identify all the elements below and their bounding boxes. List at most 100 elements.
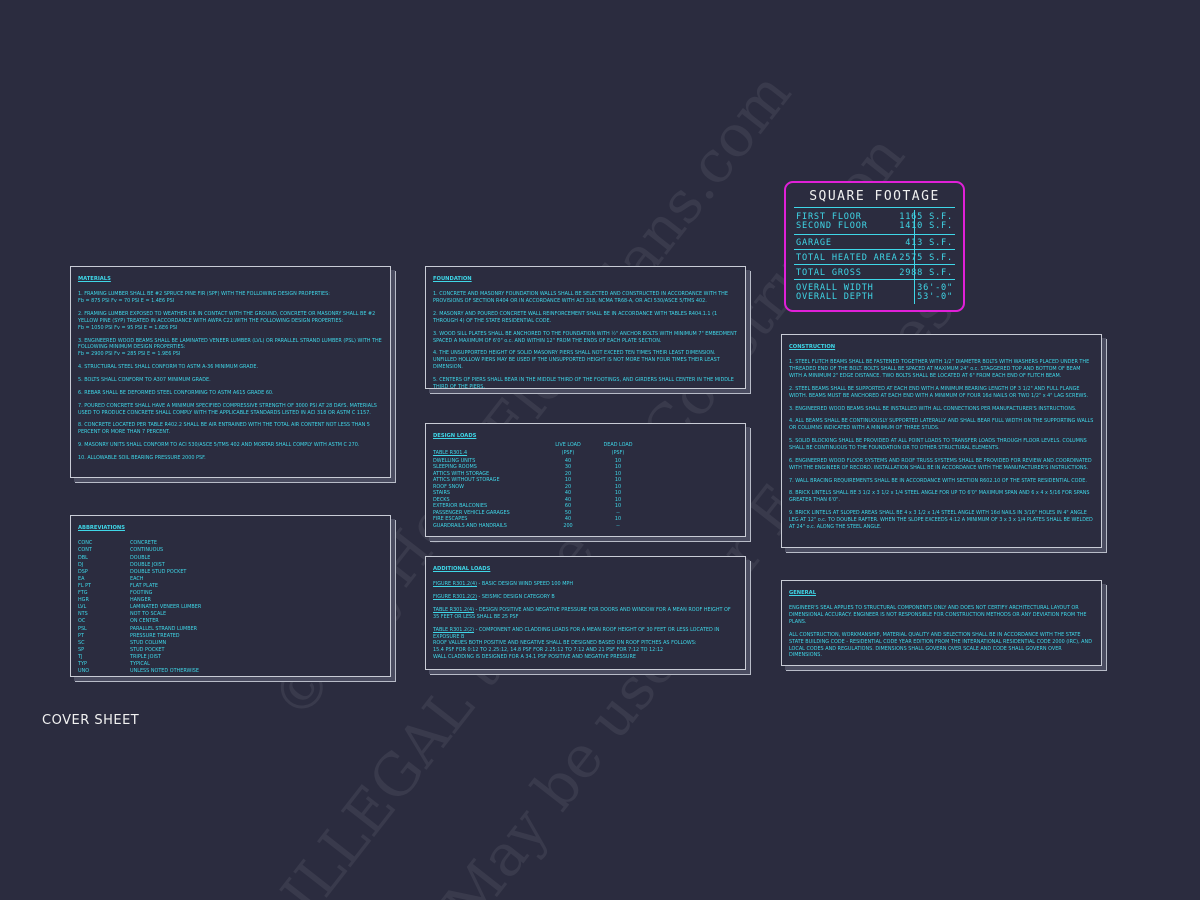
abbreviation-meaning: EACH	[130, 575, 144, 582]
construction-note: 1. STEEL FLITCH BEAMS SHALL BE FASTENED …	[789, 359, 1090, 379]
abbreviation-code: FL PT	[78, 582, 92, 589]
abbreviation-code: DJ	[78, 561, 84, 568]
abbreviation-meaning: NOT TO SCALE	[130, 611, 167, 618]
abbreviations-title: ABBREVIATIONS	[78, 525, 125, 531]
abbreviation-row: PSL PARALLEL STRAND LUMBER	[78, 626, 383, 633]
materials-note: 9. MASONRY UNITS SHALL CONFORM TO ACI 53…	[78, 442, 360, 449]
additional-load-ref: TABLE R301.2(2)	[433, 626, 475, 633]
total-gross-label: TOTAL GROSS	[796, 268, 862, 278]
abbreviation-code: PT	[78, 632, 84, 639]
construction-note: 5. SOLID BLOCKING SHALL BE PROVIDED AT A…	[789, 438, 1087, 452]
additional-load-text: - SEISMIC DESIGN CATEGORY B	[477, 594, 555, 601]
general-title: GENERAL	[789, 590, 817, 596]
general-panel: GENERAL ENGINEER'S SEAL APPLIES TO STRUC…	[781, 580, 1102, 666]
construction-title: CONSTRUCTION	[789, 344, 836, 350]
materials-note: 7. POURED CONCRETE SHALL HAVE A MINIMUM …	[78, 402, 377, 416]
abbreviation-row: SC STUD COLUMN	[78, 640, 383, 647]
abbreviation-row: FL PT FLAT PLATE	[78, 583, 383, 590]
design-loads-units: TABLE R301.4 (PSF) (PSF)	[433, 450, 738, 457]
foundation-note: 2. MASONRY AND POURED CONCRETE WALL REIN…	[433, 311, 718, 324]
foundation-panel: FOUNDATION 1. CONCRETE AND MASONRY FOUND…	[425, 266, 746, 389]
additional-load-ref: FIGURE R301.2(2)	[433, 594, 477, 601]
general-note: ENGINEER'S SEAL APPLIES TO STRUCTURAL CO…	[789, 605, 1087, 625]
heated-area-value: 2575 S.F.	[899, 253, 953, 263]
live-load-unit: (PSF)	[561, 450, 575, 457]
materials-note: Fb = 875 PSI Fv = 70 PSI E = 1.4E6 PSI	[78, 298, 175, 305]
abbreviation-row: PT PRESSURE TREATED	[78, 633, 383, 640]
foundation-note: 3. WOOD SILL PLATES SHALL BE ANCHORED TO…	[433, 330, 737, 344]
abbreviation-meaning: CONCRETE	[130, 540, 157, 547]
abbreviation-code: HGR	[78, 597, 89, 604]
materials-note: 2. FRAMING LUMBER EXPOSED TO WEATHER OR …	[78, 311, 376, 324]
load-type: GUARDRAILS AND HANDRAILS	[433, 522, 507, 529]
abbreviation-meaning: PRESSURE TREATED	[130, 632, 180, 639]
construction-note: 9. BRICK LINTELS AT SLOPED AREAS SHALL B…	[789, 510, 1093, 530]
additional-load-text: - DESIGN POSITIVE AND NEGATIVE PRESSURE …	[433, 607, 731, 620]
dead-load-header: DEAD LOAD	[603, 442, 633, 449]
abbreviation-row: DSP DOUBLE STUD POCKET	[78, 569, 383, 576]
abbreviation-meaning: LAMINATED VENEER LUMBER	[130, 604, 202, 611]
abbreviation-meaning: DOUBLE JOIST	[130, 561, 165, 568]
abbreviation-row: CONT CONTINUOUS	[78, 547, 383, 554]
materials-note: 5. BOLTS SHALL CONFORM TO A307 MINIMUM G…	[78, 377, 211, 384]
square-footage-grid: FIRST FLOOR 1165 S.F. SECOND FLOOR 1410 …	[794, 210, 955, 304]
abbreviation-row: CONC CONCRETE	[78, 540, 383, 547]
abbreviation-row: SP STUD POCKET	[78, 647, 383, 654]
design-loads-table-ref: TABLE R301.4	[433, 450, 468, 457]
construction-note: 6. ENGINEERED WOOD FLOOR SYSTEMS AND ROO…	[789, 457, 1092, 471]
abbreviation-meaning: DOUBLE	[130, 554, 151, 561]
overall-depth-value: 53'-0"	[917, 292, 953, 302]
design-loads-title: DESIGN LOADS	[433, 433, 477, 439]
abbreviation-meaning: TYPICAL	[130, 661, 150, 668]
design-load-row: GUARDRAILS AND HANDRAILS 200 --	[433, 523, 738, 529]
abbreviation-code: LVL	[78, 604, 87, 611]
foundation-note: 1. CONCRETE AND MASONRY FOUNDATION WALLS…	[433, 291, 728, 305]
materials-note: 1. FRAMING LUMBER SHALL BE #2 SPRUCE PIN…	[78, 291, 330, 298]
abbreviation-meaning: TRIPLE JOIST	[130, 654, 161, 661]
square-footage-title: SQUARE FOOTAGE	[794, 183, 955, 208]
live-load-header: LIVE LOAD	[555, 442, 581, 449]
additional-load-text: - COMPONENT AND CLADDING LOADS FOR A MEA…	[433, 626, 720, 640]
abbreviation-code: TJ	[78, 654, 83, 661]
abbreviation-code: CONC	[78, 540, 93, 547]
abbreviation-code: NTS	[78, 611, 88, 618]
abbreviation-meaning: PARALLEL STRAND LUMBER	[130, 625, 198, 632]
additional-load-ref: FIGURE R301.2(4)	[433, 581, 477, 588]
additional-loads-title: ADDITIONAL LOADS	[433, 566, 491, 572]
abbreviation-code: SC	[78, 639, 85, 646]
abbreviation-row: DJ DOUBLE JOIST	[78, 562, 383, 569]
additional-loads-panel: ADDITIONAL LOADS FIGURE R301.2(4) - BASI…	[425, 556, 746, 670]
additional-load-item: FIGURE R301.2(4) - BASIC DESIGN WIND SPE…	[433, 581, 738, 588]
foundation-title: FOUNDATION	[433, 276, 472, 282]
garage-label: GARAGE	[796, 238, 832, 248]
cover-sheet-label: COVER SHEET	[42, 713, 140, 728]
dead-load-unit: (PSF)	[611, 450, 625, 457]
abbreviation-code: PSL	[78, 625, 87, 632]
abbreviation-code: SP	[78, 646, 85, 653]
materials-note: 3. ENGINEERED WOOD BEAMS SHALL BE LAMINA…	[78, 337, 382, 351]
abbreviation-row: NTS NOT TO SCALE	[78, 611, 383, 618]
garage-value: 413 S.F.	[905, 238, 953, 248]
materials-title: MATERIALS	[78, 276, 111, 282]
abbreviation-row: LVL LAMINATED VENEER LUMBER	[78, 604, 383, 611]
design-loads-panel: DESIGN LOADS LIVE LOAD DEAD LOAD TABLE R…	[425, 423, 746, 537]
materials-note: 4. STRUCTURAL STEEL SHALL CONFORM TO AST…	[78, 364, 259, 371]
abbreviation-row: OC ON CENTER	[78, 618, 383, 625]
abbreviation-code: DBL	[78, 554, 88, 561]
abbreviation-meaning: FLAT PLATE	[130, 582, 158, 589]
additional-load-item: TABLE R301.2(4) - DESIGN POSITIVE AND NE…	[433, 607, 738, 621]
live-load-value: 200	[563, 522, 573, 529]
materials-note: 8. CONCRETE LOCATED PER TABLE R402.2 SHA…	[78, 422, 370, 436]
additional-load-ref: TABLE R301.2(4)	[433, 607, 475, 613]
abbreviation-meaning: FOOTING	[130, 590, 153, 597]
abbreviation-meaning: HANGER	[130, 597, 151, 604]
abbreviation-code: UNO	[78, 668, 90, 675]
abbreviation-row: TYP TYPICAL	[78, 661, 383, 668]
abbreviation-row: HGR HANGER	[78, 597, 383, 604]
total-gross-value: 2988 S.F.	[899, 268, 953, 278]
abbreviation-row: UNO UNLESS NOTED OTHERWISE	[78, 668, 383, 675]
construction-note: 3. ENGINEERED WOOD BEAMS SHALL BE INSTAL…	[789, 405, 1077, 412]
abbreviation-meaning: STUD POCKET	[130, 646, 165, 653]
construction-note: 2. STEEL BEAMS SHALL BE SUPPORTED AT EAC…	[789, 385, 1089, 399]
abbreviation-meaning: CONTINUOUS	[130, 547, 164, 554]
